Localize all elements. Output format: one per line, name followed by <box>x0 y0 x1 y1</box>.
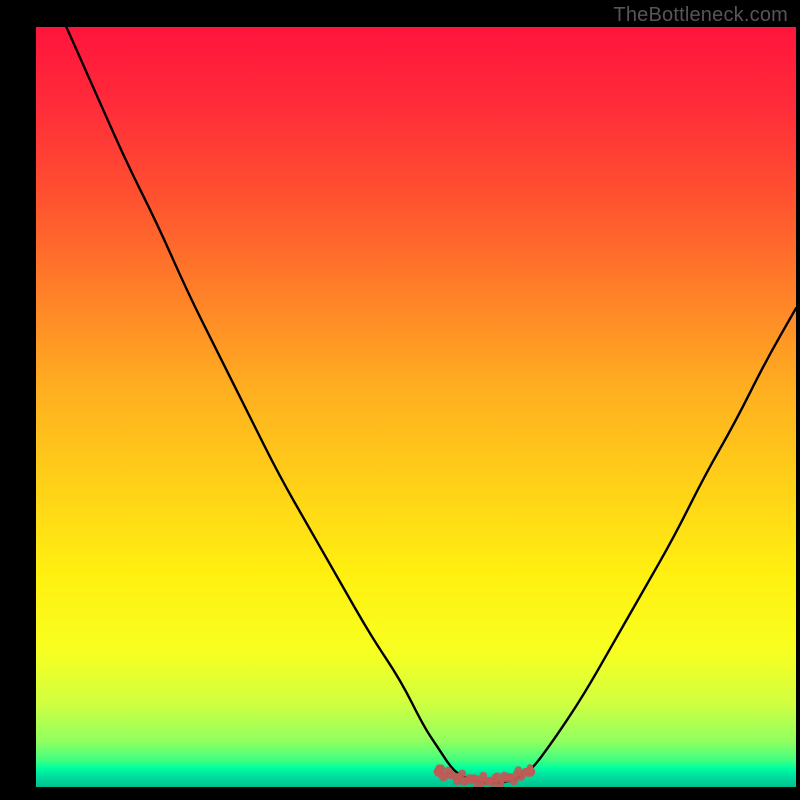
gradient-background <box>36 27 796 787</box>
attribution-text: TheBottleneck.com <box>613 4 788 27</box>
chart-container: TheBottleneck.com <box>0 0 800 800</box>
plot-area <box>36 27 796 787</box>
bottleneck-chart <box>36 27 796 787</box>
